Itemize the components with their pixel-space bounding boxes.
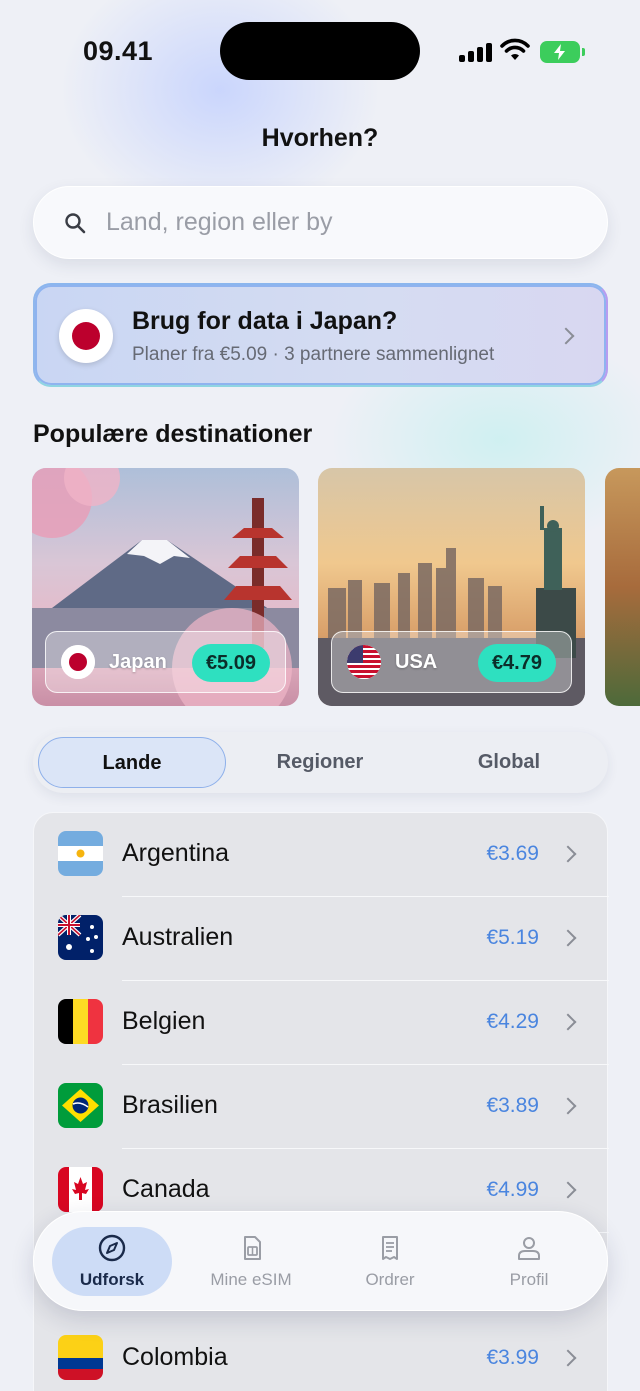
country-row-belgien[interactable]: Belgien €4.29	[34, 981, 609, 1065]
colombia-flag-icon	[58, 1335, 103, 1380]
country-name: Argentina	[122, 839, 230, 867]
tab-mine-esim[interactable]: Mine eSIM	[191, 1227, 311, 1296]
chevron-right-icon	[559, 1097, 577, 1115]
chevron-right-icon	[559, 1181, 577, 1199]
country-price: €4.29	[486, 1010, 539, 1033]
wifi-icon	[500, 38, 530, 60]
tab-profil[interactable]: Profil	[469, 1227, 589, 1296]
page-title: Hvorhen?	[261, 124, 379, 152]
status-bar: 09.41	[0, 0, 640, 100]
country-name: Brasilien	[122, 1091, 218, 1119]
tab-label: Profil	[509, 1270, 549, 1289]
cellular-signal-icon	[459, 42, 493, 62]
country-name: Belgien	[122, 1007, 206, 1035]
tab-label: Mine eSIM	[210, 1270, 292, 1289]
search-bar[interactable]	[33, 186, 608, 259]
canada-flag-icon	[58, 1167, 103, 1212]
country-name: Colombia	[122, 1343, 228, 1371]
brazil-flag-icon	[58, 1083, 103, 1128]
australia-flag-icon	[58, 915, 103, 960]
country-price: €3.89	[486, 1094, 539, 1117]
compass-icon	[98, 1234, 126, 1262]
search-input[interactable]	[106, 187, 576, 258]
destination-card-usa[interactable]: USA €4.79	[318, 468, 585, 706]
segment-lande[interactable]: Lande	[38, 737, 226, 788]
person-icon	[518, 1237, 540, 1260]
japan-flag-icon	[59, 309, 113, 363]
country-row-colombia[interactable]: Colombia €3.99	[34, 1317, 609, 1391]
country-price: €3.99	[486, 1346, 539, 1369]
destination-tag: Japan €5.09	[45, 631, 286, 693]
belgium-flag-icon	[58, 999, 103, 1044]
battery-charging-icon	[540, 41, 585, 63]
country-row-argentina[interactable]: Argentina €3.69	[34, 813, 609, 897]
segment-regioner[interactable]: Regioner	[226, 737, 414, 788]
region-segmented-control: Lande Regioner Global	[33, 732, 608, 793]
promo-subtitle: Planer fra €5.09 · 3 partnere sammenlign…	[132, 344, 495, 365]
destination-card-partial[interactable]	[605, 468, 640, 706]
destination-name: Japan	[109, 651, 167, 673]
search-icon	[65, 213, 86, 234]
usa-flag-icon	[347, 645, 381, 679]
chevron-right-icon	[557, 327, 575, 345]
destination-card-japan[interactable]: Japan €5.09	[32, 468, 299, 706]
segment-global[interactable]: Global	[415, 737, 603, 788]
japan-flag-icon	[61, 645, 95, 679]
tab-ordrer[interactable]: Ordrer	[330, 1227, 450, 1296]
receipt-icon	[382, 1236, 398, 1260]
sim-card-icon	[244, 1236, 261, 1260]
price-badge: €4.79	[477, 644, 556, 682]
tab-label: Udforsk	[79, 1270, 145, 1289]
country-price: €3.69	[486, 842, 539, 865]
country-name: Canada	[122, 1175, 210, 1203]
price-badge: €5.09	[191, 644, 270, 682]
section-title-popular: Populære destinationer	[33, 420, 313, 448]
country-name: Australien	[122, 923, 234, 951]
tab-udforsk[interactable]: Udforsk	[52, 1227, 172, 1296]
promo-title: Brug for data i Japan?	[132, 307, 398, 335]
destination-tag: USA €4.79	[331, 631, 572, 693]
chevron-right-icon	[559, 1349, 577, 1367]
country-row-brasilien[interactable]: Brasilien €3.89	[34, 1065, 609, 1149]
country-price: €4.99	[486, 1178, 539, 1201]
argentina-flag-icon	[58, 831, 103, 876]
destination-name: USA	[395, 651, 438, 673]
country-row-australien[interactable]: Australien €5.19	[34, 897, 609, 981]
status-time: 09.41	[83, 36, 154, 66]
bottom-tab-bar: Udforsk Mine eSIM Ordrer Profil	[33, 1211, 608, 1311]
chevron-right-icon	[559, 929, 577, 947]
chevron-right-icon	[559, 1013, 577, 1031]
japan-promo-banner[interactable]: Brug for data i Japan? Planer fra €5.09 …	[33, 283, 608, 387]
chevron-right-icon	[559, 845, 577, 863]
country-price: €5.19	[486, 926, 539, 949]
dynamic-island	[220, 22, 420, 80]
tab-label: Ordrer	[365, 1270, 415, 1289]
